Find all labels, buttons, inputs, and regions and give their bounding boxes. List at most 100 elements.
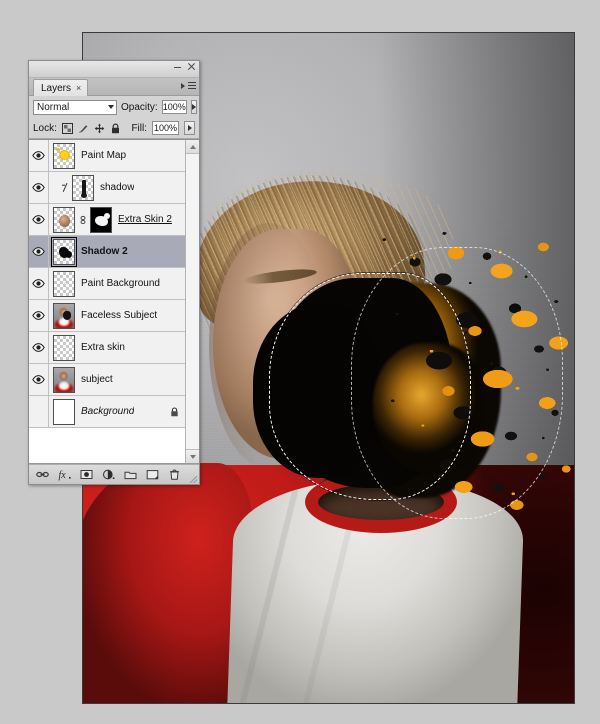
layer-thumbnails: ? (49, 270, 75, 297)
lock-label: Lock: (33, 122, 57, 134)
layer-thumbnail[interactable] (53, 302, 75, 329)
resize-grip[interactable] (190, 476, 197, 483)
layer-thumbnails (49, 206, 112, 233)
opacity-input[interactable]: 100% (161, 100, 187, 114)
add-layer-mask-icon[interactable] (80, 468, 93, 481)
layer-thumbnail[interactable]: ? (53, 270, 75, 297)
scroll-down-button[interactable] (186, 449, 199, 463)
paint-droplets (367, 221, 574, 531)
close-icon[interactable] (187, 62, 196, 71)
new-adjustment-layer-icon[interactable] (102, 468, 115, 481)
layer-thumbnails (49, 366, 75, 393)
layers-scrollbar[interactable] (185, 140, 199, 463)
panel-titlebar[interactable] (29, 61, 199, 78)
window-controls (173, 62, 196, 71)
eye-icon (32, 343, 45, 352)
new-layer-icon[interactable] (146, 468, 159, 481)
layer-row-subject[interactable]: subject (29, 364, 186, 396)
layer-thumbnails (49, 174, 94, 201)
layer-thumbnails (49, 398, 75, 425)
layer-thumbnails (49, 236, 77, 267)
link-layers-icon[interactable] (36, 468, 49, 481)
layer-visibility-toggle[interactable] (29, 364, 49, 395)
layer-row-shadow-2[interactable]: Shadow 2 (29, 236, 186, 268)
layer-row-background[interactable]: Background (29, 396, 186, 428)
lock-transparent-pixels-icon[interactable] (61, 122, 73, 134)
blend-mode-row: Normal Opacity: 100% (29, 96, 199, 118)
tab-layers-label: Layers (41, 82, 72, 94)
layer-visibility-toggle[interactable] (29, 140, 49, 171)
layer-thumbnails (49, 142, 75, 169)
layer-name-label: subject (81, 374, 113, 385)
layer-name-label: Background (81, 406, 135, 417)
lock-position-icon[interactable] (94, 123, 105, 134)
layer-thumbnails (49, 302, 75, 329)
lock-all-icon[interactable] (110, 123, 121, 134)
screen: Layers × Normal Opacity: 100% Lock: Fill… (0, 0, 600, 724)
layer-name-label: Paint Background (81, 278, 160, 289)
opacity-slider-button[interactable] (190, 100, 197, 114)
layer-name-label: Paint Map (81, 150, 127, 161)
blend-mode-value: Normal (37, 101, 70, 113)
delete-layer-icon[interactable] (168, 468, 181, 481)
chevron-down-icon (108, 105, 114, 109)
layer-thumbnail[interactable] (53, 366, 75, 393)
layer-visibility-toggle[interactable] (29, 396, 49, 427)
layer-thumbnail[interactable] (72, 174, 94, 201)
blend-mode-select[interactable]: Normal (33, 99, 117, 115)
layer-thumbnail[interactable] (53, 206, 75, 233)
clipping-mask-icon (60, 182, 69, 194)
layer-visibility-toggle[interactable] (29, 236, 49, 267)
layers-panel-footer: fx (29, 464, 199, 484)
layer-row-shadow[interactable]: shadow (29, 172, 186, 204)
layer-visibility-toggle[interactable] (29, 268, 49, 299)
layer-row-paint-map[interactable]: Paint Map (29, 140, 186, 172)
lock-image-pixels-icon[interactable] (78, 123, 89, 134)
layer-row-faceless-subject[interactable]: Faceless Subject (29, 300, 186, 332)
layer-thumbnail[interactable] (53, 142, 75, 169)
layer-visibility-toggle[interactable] (29, 172, 49, 203)
tab-layers[interactable]: Layers × (33, 79, 89, 96)
layer-visibility-toggle[interactable] (29, 332, 49, 363)
lock-row: Lock: Fill: 100% (29, 118, 199, 139)
scroll-up-button[interactable] (186, 140, 199, 154)
layer-row-extra-skin[interactable]: Extra skin (29, 332, 186, 364)
layer-locked-icon (170, 406, 179, 417)
minimize-icon[interactable] (173, 62, 182, 71)
layer-name-label: Extra skin (81, 342, 125, 353)
fill-slider-button[interactable] (184, 121, 195, 135)
layer-name-label: Faceless Subject (81, 310, 158, 321)
eye-icon (32, 311, 45, 320)
layers-list-container: Paint Map shadow Extra Skin 2 Shadow 2? Pain… (29, 139, 199, 464)
eye-icon (32, 183, 45, 192)
lock-icon-group (61, 122, 121, 134)
layer-row-paint-background[interactable]: ? Paint Background (29, 268, 186, 300)
layer-name-label: shadow (100, 182, 135, 193)
svg-text:fx: fx (59, 470, 67, 481)
layers-panel[interactable]: Layers × Normal Opacity: 100% Lock: Fill… (28, 60, 200, 485)
layer-mask-thumbnail[interactable] (90, 206, 112, 233)
layer-row-extra-skin-2[interactable]: Extra Skin 2 (29, 204, 186, 236)
layer-visibility-toggle[interactable] (29, 204, 49, 235)
eye-icon (32, 375, 45, 384)
layer-thumbnail[interactable] (51, 236, 77, 267)
panel-menu-icon[interactable] (181, 80, 196, 92)
eye-icon (32, 279, 45, 288)
layer-style-fx-icon[interactable]: fx (58, 468, 71, 481)
opacity-label: Opacity: (121, 101, 158, 113)
mask-link-icon[interactable] (78, 214, 87, 226)
eye-icon (32, 247, 45, 256)
fill-label: Fill: (131, 122, 147, 134)
panel-tabstrip: Layers × (29, 78, 199, 96)
fill-input[interactable]: 100% (152, 121, 179, 135)
layer-thumbnail[interactable] (53, 334, 75, 361)
layer-thumbnail[interactable] (53, 398, 75, 425)
layers-list: Paint Map shadow Extra Skin 2 Shadow 2? Pain… (29, 140, 186, 463)
layer-name-label: Extra Skin 2 (118, 214, 172, 225)
tab-close-icon[interactable]: × (76, 83, 81, 93)
new-group-icon[interactable] (124, 468, 137, 481)
eye-icon (32, 151, 45, 160)
eye-icon (32, 215, 45, 224)
layer-visibility-toggle[interactable] (29, 300, 49, 331)
shirt-left-sleeve (83, 463, 253, 703)
